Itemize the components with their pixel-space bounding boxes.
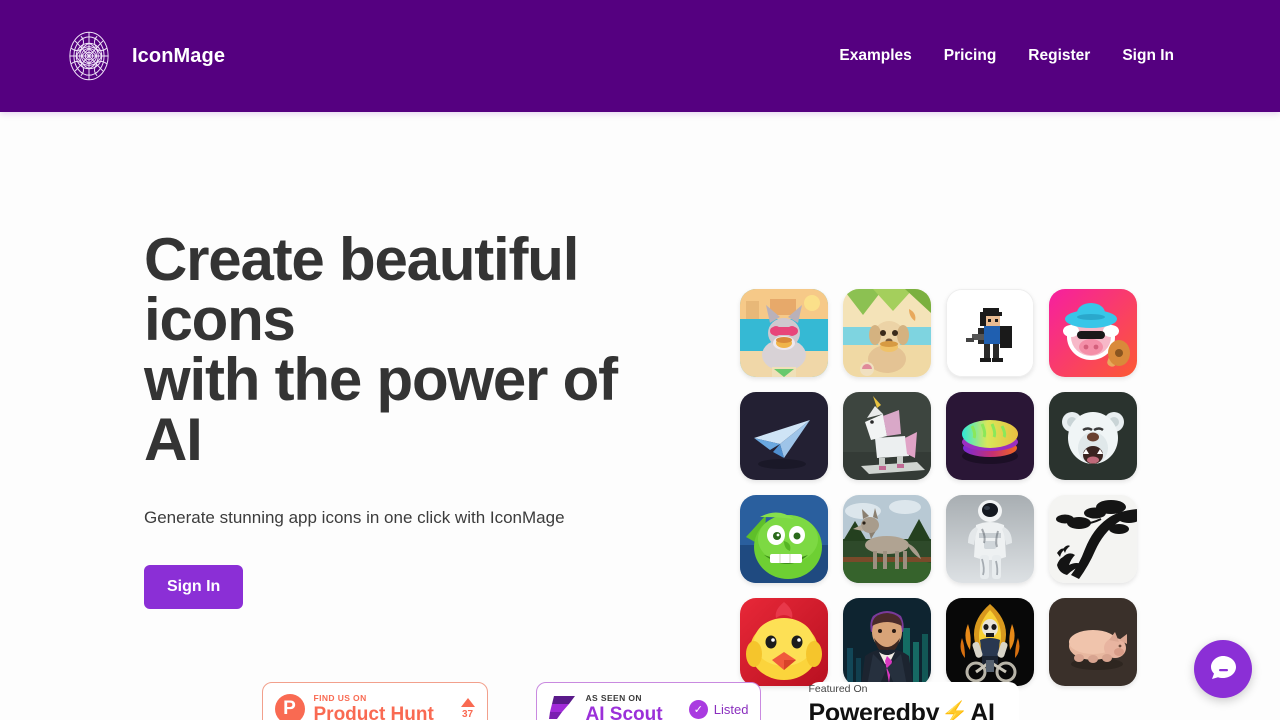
nav-item-signin[interactable]: Sign In bbox=[1122, 47, 1174, 65]
badge-product-hunt[interactable]: P FIND US ON Product Hunt 37 bbox=[261, 682, 488, 720]
hero-title-line-2: icons bbox=[144, 286, 296, 353]
ai-scout-title: AI Scout bbox=[585, 704, 663, 720]
ai-scout-status-label: Listed bbox=[713, 701, 749, 717]
caret-up-icon bbox=[460, 698, 475, 707]
page-title: Create beautiful icons with the power of… bbox=[144, 230, 640, 470]
lightning-bolt-icon: ⚡ bbox=[941, 700, 969, 720]
product-hunt-kicker: FIND US ON bbox=[313, 692, 367, 703]
powered-by-ai-title-text: Poweredby bbox=[808, 698, 940, 720]
ai-scout-listed-status: ✓ Listed bbox=[688, 699, 749, 719]
social-proof-badges: P FIND US ON Product Hunt 37 AS SEEN ON … bbox=[0, 682, 1280, 720]
check-icon: ✓ bbox=[688, 699, 708, 719]
site-header: IconMage Examples Pricing Register Sign … bbox=[0, 0, 1280, 112]
icon-polar-bear-roar[interactable] bbox=[1049, 392, 1137, 480]
powered-by-ai-title: Poweredby ⚡ AI bbox=[809, 699, 995, 720]
product-hunt-logo-icon: P bbox=[274, 694, 305, 720]
product-hunt-upvotes[interactable]: 37 bbox=[460, 698, 475, 720]
chat-widget-button[interactable] bbox=[1194, 640, 1252, 698]
icon-cowboy-cow-guitar[interactable] bbox=[1049, 289, 1137, 377]
chat-bubble-icon bbox=[1208, 652, 1238, 687]
icon-showcase-grid bbox=[740, 289, 1137, 686]
nav-item-examples[interactable]: Examples bbox=[839, 47, 911, 65]
icon-puppy-beach[interactable] bbox=[843, 289, 931, 377]
icon-husky-sunglasses-pool[interactable] bbox=[740, 289, 828, 377]
main-navigation: Examples Pricing Register Sign In bbox=[839, 47, 1174, 65]
icon-astronaut[interactable] bbox=[946, 495, 1034, 583]
icon-pixel-character[interactable] bbox=[946, 289, 1034, 377]
hero-signin-button[interactable]: Sign In bbox=[144, 565, 244, 609]
product-hunt-vote-count: 37 bbox=[461, 709, 474, 720]
powered-by-ai-title-suffix: AI bbox=[970, 698, 995, 720]
icon-paper-plane[interactable] bbox=[740, 392, 828, 480]
nav-item-pricing[interactable]: Pricing bbox=[944, 47, 997, 65]
badge-ai-scout[interactable]: AS SEEN ON AI Scout ✓ Listed bbox=[535, 682, 761, 720]
icon-yellow-chick[interactable] bbox=[740, 598, 828, 686]
brand-name: IconMage bbox=[132, 44, 226, 67]
icon-green-goblin-grin[interactable] bbox=[740, 495, 828, 583]
powered-by-ai-kicker: Featured On bbox=[808, 683, 868, 695]
hero-title-line-3: with the power of AI bbox=[144, 346, 618, 473]
icon-bearded-man-suit[interactable] bbox=[843, 598, 931, 686]
icon-flaming-skeleton-biker[interactable] bbox=[946, 598, 1034, 686]
icon-wolf-forest[interactable] bbox=[843, 495, 931, 583]
product-hunt-text: FIND US ON Product Hunt bbox=[314, 694, 434, 720]
ai-scout-text: AS SEEN ON AI Scout bbox=[586, 694, 663, 720]
ai-scout-s-logo-icon bbox=[548, 692, 578, 720]
nav-item-register[interactable]: Register bbox=[1028, 47, 1090, 65]
brand-logo-link[interactable]: IconMage bbox=[60, 27, 225, 85]
hero-title-line-1: Create beautiful bbox=[144, 226, 579, 293]
icon-ink-bonsai-tree[interactable] bbox=[1049, 495, 1137, 583]
hero-copy: Create beautiful icons with the power of… bbox=[0, 112, 640, 609]
ai-scout-kicker: AS SEEN ON bbox=[585, 692, 642, 703]
icon-clay-pig[interactable] bbox=[1049, 598, 1137, 686]
mandala-brain-icon bbox=[60, 27, 118, 85]
product-hunt-title: Product Hunt bbox=[313, 704, 434, 720]
hero-section: Create beautiful icons with the power of… bbox=[0, 112, 1280, 686]
hero-subtitle: Generate stunning app icons in one click… bbox=[144, 508, 565, 527]
icon-metallic-burger[interactable] bbox=[946, 392, 1034, 480]
icon-lowpoly-unicorn[interactable] bbox=[843, 392, 931, 480]
badge-powered-by-ai[interactable]: Featured On Poweredby ⚡ AI bbox=[808, 682, 1019, 720]
